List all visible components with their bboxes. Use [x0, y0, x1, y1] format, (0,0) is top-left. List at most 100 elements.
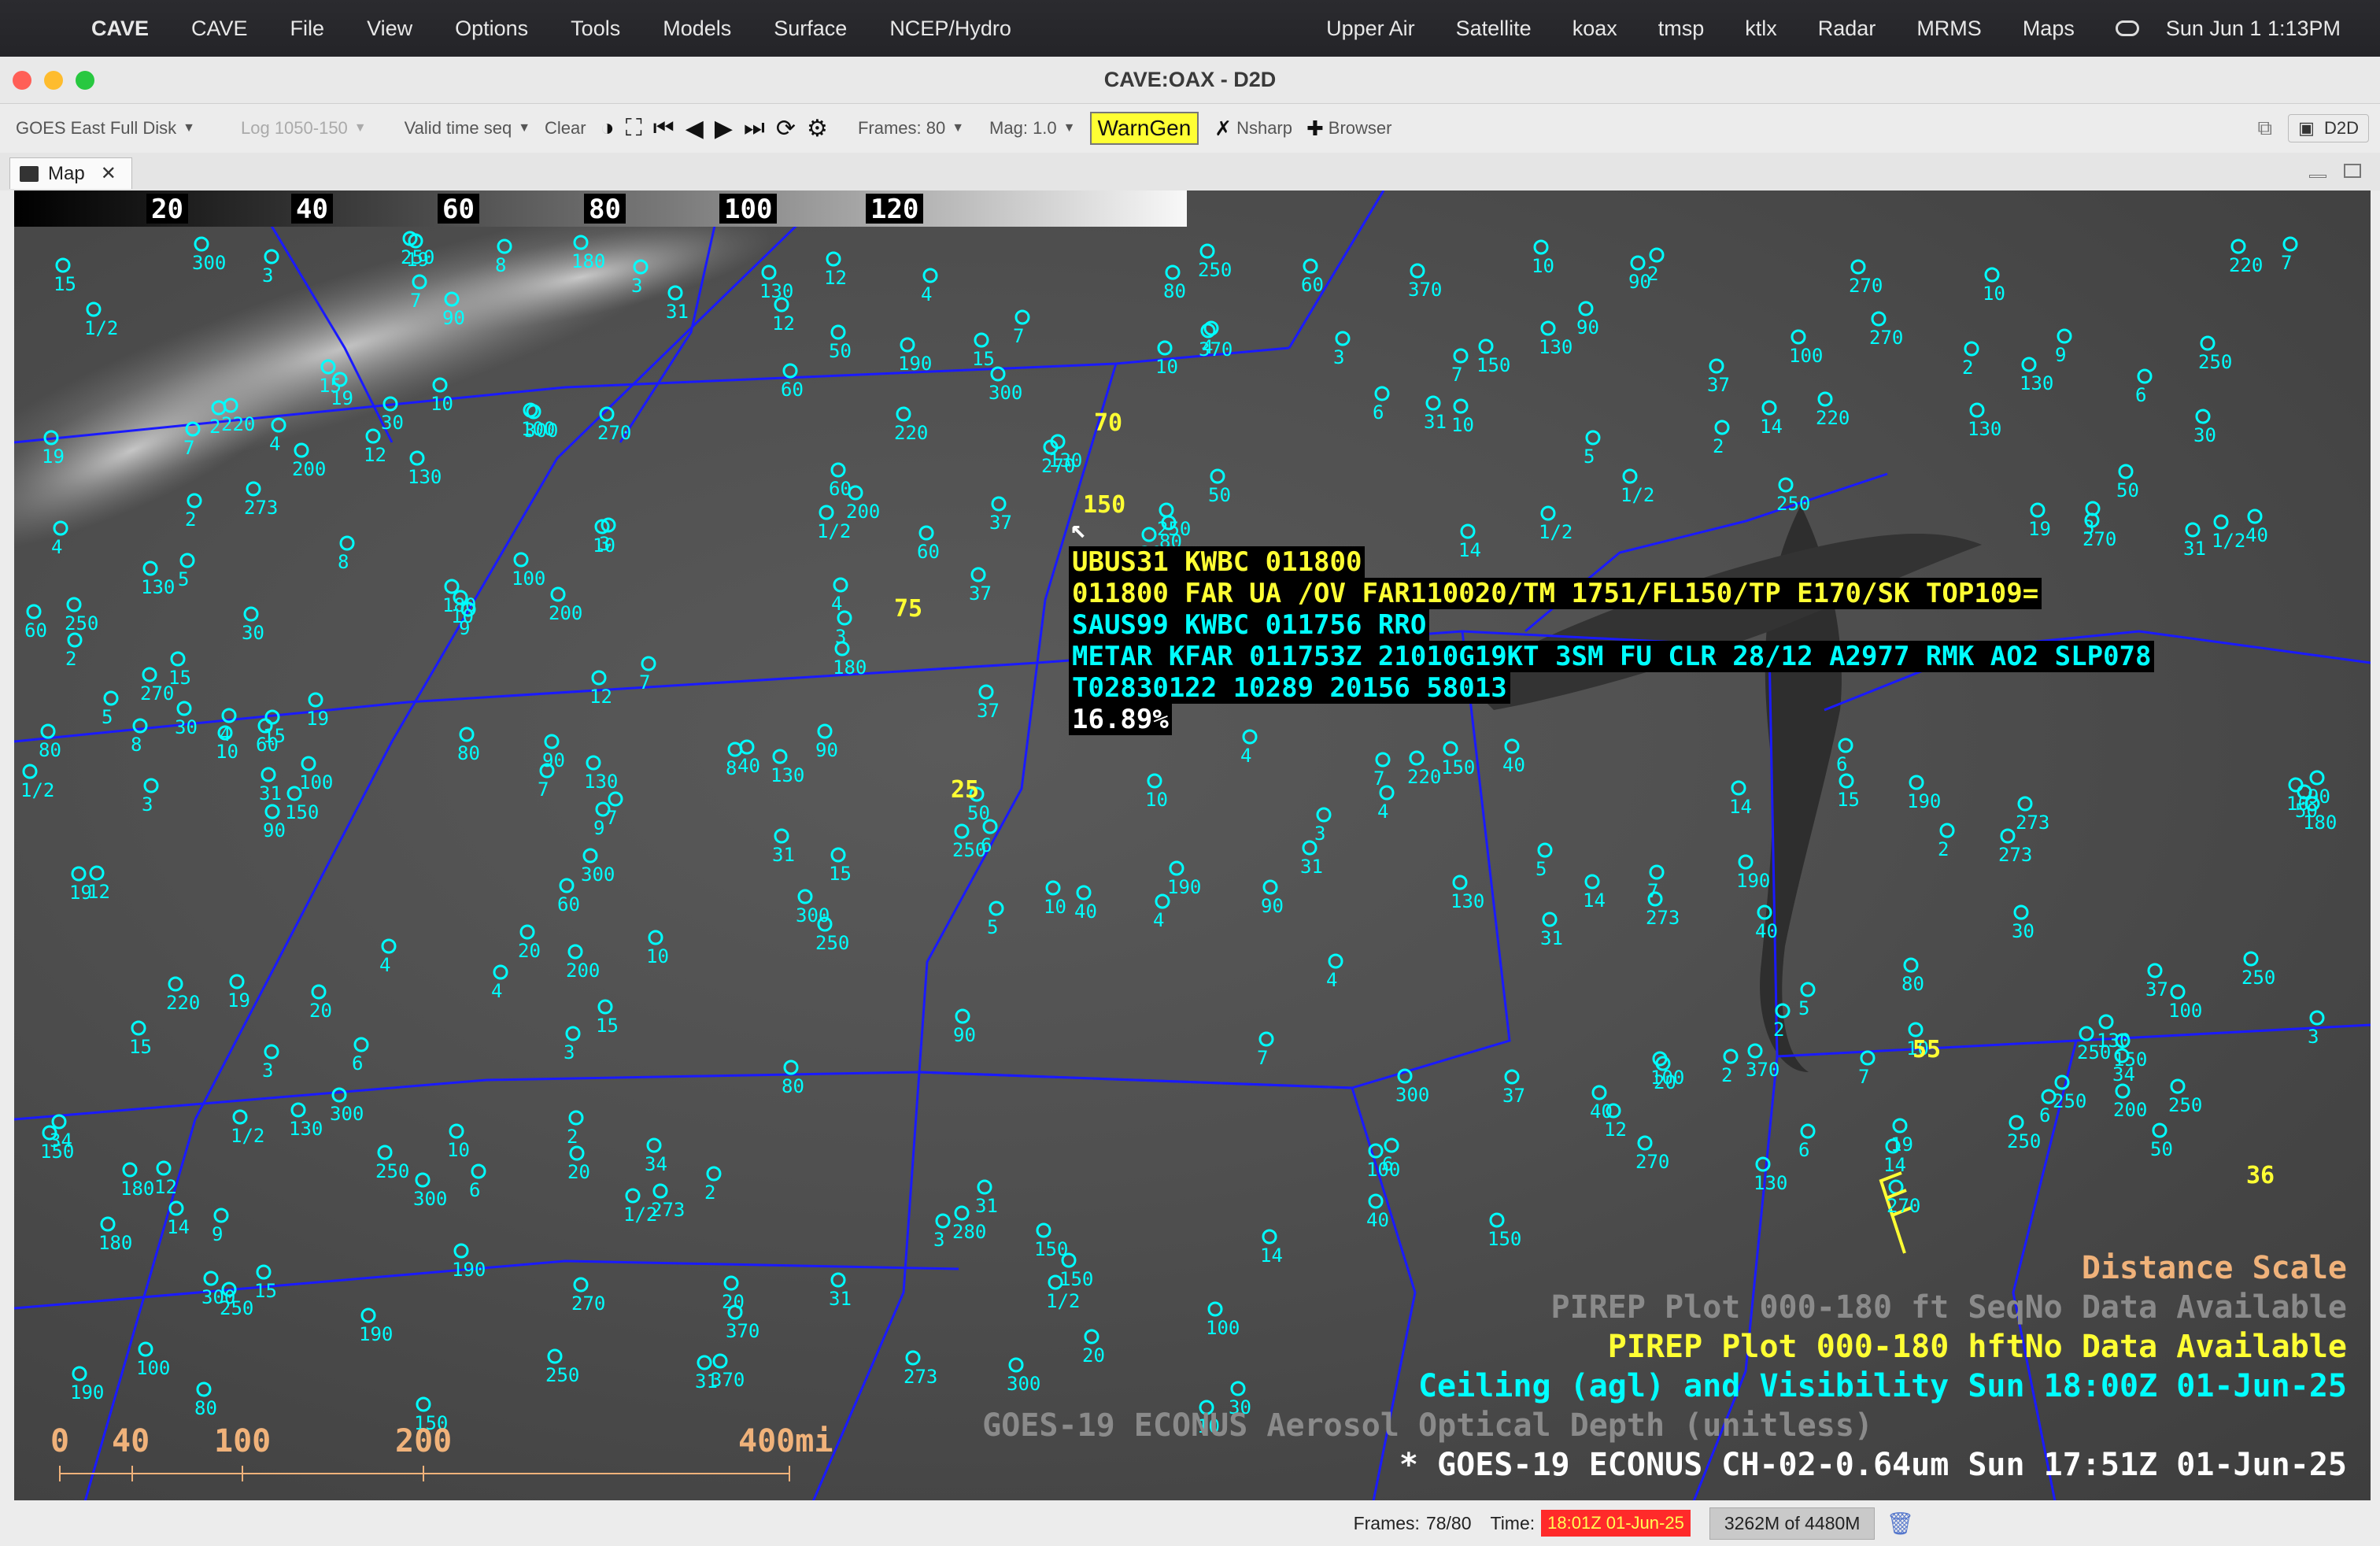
legend-aod[interactable]: GOES-19 ECONUS Aerosol Optical Depth (un…	[982, 1407, 1873, 1444]
valid-time-dropdown[interactable]: Valid time seq ▼	[405, 118, 530, 139]
close-tab-icon[interactable]: ✕	[101, 162, 116, 185]
station-value: 370	[726, 1320, 760, 1342]
station-value: 130	[1451, 890, 1485, 912]
station-circle	[122, 1162, 138, 1178]
station-circle	[774, 828, 789, 844]
station-value: 3	[262, 1060, 274, 1082]
station-value: 40	[737, 755, 760, 777]
station-value: 150	[285, 801, 320, 823]
station-circle	[55, 257, 71, 273]
station-circle	[290, 1102, 306, 1118]
menu-tmsp[interactable]: tmsp	[1658, 17, 1705, 41]
d2d-label: D2D	[2323, 118, 2359, 138]
station-circle	[955, 1008, 970, 1024]
mag-dropdown[interactable]: Mag: 1.0 ▼	[989, 118, 1075, 139]
station-circle	[922, 268, 938, 283]
browser-button[interactable]: ✚ Browser	[1306, 117, 1391, 141]
menu-app[interactable]: CAVE	[91, 17, 149, 41]
d2d-perspective-button[interactable]: ▣ D2D	[2288, 114, 2369, 142]
zoom-extent-icon[interactable]: ⛶	[626, 115, 642, 142]
station-value: 4	[1377, 801, 1389, 823]
legend-ceiling-visibility[interactable]: Ceiling (agl) and Visibility Sun 18:00Z …	[1418, 1368, 2347, 1404]
menu-koax[interactable]: koax	[1572, 17, 1617, 41]
station-value: 300	[581, 864, 615, 886]
station-value: 14	[1883, 1154, 1906, 1176]
legend-distance-scale[interactable]: Distance Scale	[2082, 1250, 2347, 1286]
station-value: 2	[1713, 435, 1724, 457]
station-circle	[565, 1026, 581, 1041]
menu-upper-air[interactable]: Upper Air	[1326, 17, 1415, 41]
loop-icon[interactable]: ⟳	[776, 115, 796, 142]
map-display[interactable]: 20 40 60 80 100 120 4 130 300 37 130 3 3 100 100…	[14, 190, 2371, 1500]
station-value: 8	[726, 757, 737, 779]
station-circle	[2185, 522, 2201, 538]
first-frame-icon[interactable]: ⏮	[653, 115, 674, 142]
menu-maps[interactable]: Maps	[2023, 17, 2075, 41]
station-value: 1/2	[2212, 530, 2246, 552]
station-circle	[1537, 842, 1553, 858]
menu-surface[interactable]: Surface	[774, 17, 847, 41]
legend-pirep-dim[interactable]: PIREP Plot 000-180 ft SeqNo Data Availab…	[1551, 1289, 2347, 1326]
projection-dropdown[interactable]: GOES East Full Disk ▼	[16, 118, 195, 139]
menu-ktlx[interactable]: ktlx	[1745, 17, 1777, 41]
legend-pirep[interactable]: PIREP Plot 000-180 hftNo Data Available	[1608, 1329, 2347, 1365]
nsharp-button[interactable]: ✗ Nsharp	[1214, 117, 1292, 141]
menu-mrms[interactable]: MRMS	[1916, 17, 1982, 41]
menu-ncep-hydro[interactable]: NCEP/Hydro	[889, 17, 1011, 41]
menu-cave[interactable]: CAVE	[191, 17, 248, 41]
station-circle	[493, 964, 508, 980]
menu-radar[interactable]: Radar	[1818, 17, 1876, 41]
menu-options[interactable]: Options	[455, 17, 528, 41]
station-value: 273	[1998, 844, 2033, 866]
log-dropdown[interactable]: Log 1050-150 ▼	[241, 118, 367, 139]
menu-satellite[interactable]: Satellite	[1456, 17, 1532, 41]
station-circle	[900, 337, 915, 353]
contrast-icon[interactable]: ◑	[601, 115, 615, 142]
menu-view[interactable]: View	[367, 17, 412, 41]
station-circle	[1761, 400, 1777, 416]
minimize-pane-icon[interactable]	[2309, 175, 2326, 178]
menu-models[interactable]: Models	[663, 17, 731, 41]
station-circle	[1964, 341, 1979, 357]
station-circle	[2021, 357, 2037, 372]
station-value: 14	[167, 1216, 190, 1238]
last-frame-icon[interactable]: ⏭	[744, 115, 765, 142]
station-value: 60	[1301, 274, 1324, 296]
station-value: 7	[1373, 767, 1385, 790]
menu-file[interactable]: File	[290, 17, 325, 41]
distance-scale-bar	[59, 1466, 790, 1481]
legend-ch02[interactable]: * GOES-19 ECONUS CH-02-0.64um Sun 17:51Z…	[1399, 1447, 2347, 1483]
open-perspective-icon[interactable]: ⧉	[2257, 116, 2272, 141]
station-circle	[641, 656, 656, 671]
warngen-button[interactable]: WarnGen	[1089, 112, 1199, 145]
station-circle	[187, 493, 202, 509]
step-forward-icon[interactable]: ▶	[715, 115, 733, 142]
trash-icon[interactable]: 🗑	[1886, 1511, 1914, 1537]
step-back-icon[interactable]: ◀	[686, 115, 704, 142]
station-value: 150	[1059, 1268, 1094, 1290]
station-value: 19	[2028, 518, 2051, 540]
frames-dropdown[interactable]: Frames: 80 ▼	[858, 118, 964, 139]
station-value: 10	[1532, 255, 1554, 277]
menubar-clock[interactable]: Sun Jun 1 1:13PM	[2166, 17, 2341, 41]
station-value: 273	[1646, 907, 1680, 929]
control-center-icon[interactable]	[2115, 20, 2139, 36]
station-circle	[761, 264, 777, 280]
station-value: 7	[538, 779, 549, 801]
station-value: 6	[1798, 1139, 1810, 1161]
clear-button[interactable]: Clear	[545, 118, 586, 139]
station-value: 19	[406, 249, 429, 271]
station-value: 270	[1041, 455, 1076, 477]
station-circle	[168, 1200, 184, 1216]
settings-gear-icon[interactable]: ⚙	[807, 115, 828, 142]
station-value: 270	[571, 1293, 606, 1315]
station-value: 7	[1858, 1066, 1870, 1088]
station-circle	[954, 823, 970, 839]
station-circle	[1453, 398, 1469, 414]
colorbar-label: 60	[438, 194, 479, 225]
station-circle	[1939, 823, 1955, 838]
menu-tools[interactable]: Tools	[571, 17, 620, 41]
map-tab[interactable]: Map ✕	[9, 157, 132, 189]
station-value: 250	[952, 839, 987, 861]
maximize-pane-icon[interactable]	[2344, 164, 2361, 178]
